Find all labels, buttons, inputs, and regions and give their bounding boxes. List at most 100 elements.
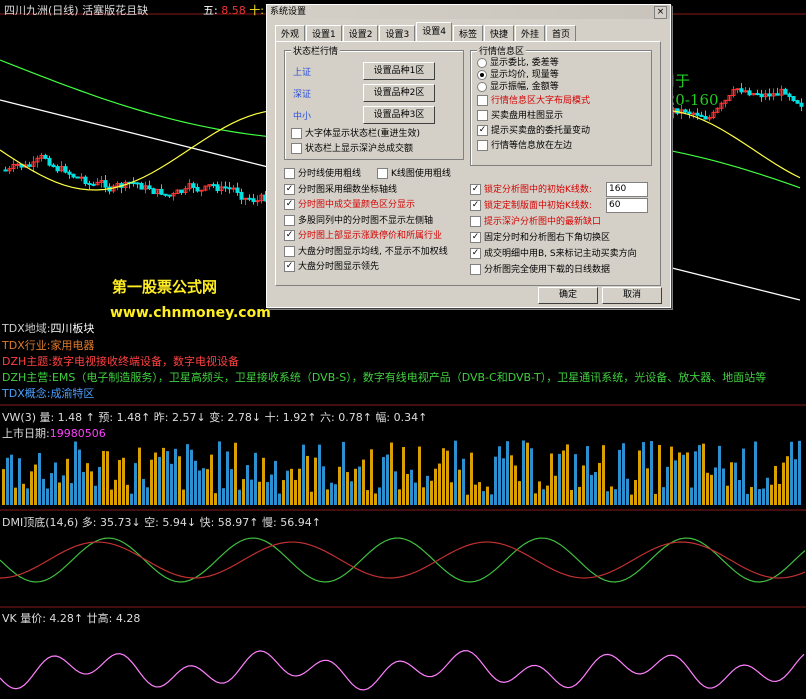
checkbox-box[interactable]: ✓	[470, 232, 481, 243]
checkbox-box[interactable]	[284, 245, 295, 257]
checkbox-box[interactable]	[291, 128, 302, 139]
candle-body	[55, 166, 60, 172]
set-zone2-button[interactable]: 设置品种2区	[363, 84, 435, 102]
info-option-checkbox[interactable]: 买卖盘用柱图显示	[477, 110, 563, 122]
checkbox-box[interactable]: ✓	[284, 199, 295, 210]
checkbox-box[interactable]: ✓	[470, 200, 481, 211]
volume-bar	[454, 440, 457, 505]
info-option-checkbox[interactable]: 行情信息区大字布局模式	[477, 95, 590, 107]
analysis-option-checkbox[interactable]: ✓ 锁定定制版面中初始K线数:	[470, 200, 592, 212]
chart-option-checkbox[interactable]: ✓ 分时图中成交量颜色区分显示	[284, 199, 415, 211]
candle-body	[15, 163, 20, 166]
checkbox-box[interactable]	[470, 216, 481, 227]
tab-2[interactable]: 设置2	[342, 25, 379, 41]
checkbox-box[interactable]: ✓	[470, 184, 481, 195]
settings-panel: 状态栏行情 上证 设置品种1区 深证 设置品种2区 中小 设置品种3区 大字体显…	[275, 41, 661, 286]
display-mode-radio[interactable]: 显示委比, 委差等	[477, 57, 559, 69]
checkbox-box[interactable]: ✓	[470, 248, 481, 259]
checkbox-label: 大字体显示状态栏(重进生效)	[305, 129, 421, 139]
volume-bar	[770, 484, 773, 505]
candle-body	[79, 176, 84, 179]
ok-button[interactable]: 确定	[538, 287, 598, 304]
tab-5[interactable]: 标签	[452, 25, 483, 41]
checkbox-box[interactable]	[284, 214, 295, 226]
tab-3[interactable]: 设置3	[379, 25, 416, 41]
total-volume-checkbox[interactable]: 状态栏上显示深沪总成交额	[291, 143, 413, 155]
tab-4[interactable]: 设置4	[416, 22, 452, 41]
checkbox-box[interactable]	[377, 168, 388, 179]
bigfont-status-checkbox[interactable]: 大字体显示状态栏(重进生效)	[291, 128, 420, 140]
chart-option-checkbox[interactable]: 分时线使用粗线	[284, 168, 361, 180]
candle-body	[71, 173, 76, 178]
chart-option-checkbox[interactable]: ✓ 大盘分时图显示领先	[284, 261, 379, 273]
cancel-button[interactable]: 取消	[602, 287, 662, 304]
volume-bar	[158, 456, 161, 505]
checkbox-box[interactable]: ✓	[284, 230, 295, 241]
info-option-checkbox[interactable]: ✓ 提示买卖盘的委托量变动	[477, 125, 590, 137]
theme-value: 数字电视接收终端设备，数字电视设备	[51, 355, 239, 368]
volume-bar	[734, 462, 737, 505]
radio-dot[interactable]	[477, 57, 487, 68]
volume-bar	[290, 468, 293, 505]
checkbox-box[interactable]: ✓	[477, 125, 488, 136]
volume-bar	[98, 466, 101, 505]
checkbox-label: 固定分时和分析图右下角切换区	[484, 233, 611, 243]
close-icon[interactable]: ×	[654, 6, 667, 19]
kline-count-input[interactable]: 60	[606, 198, 648, 213]
candle-body	[87, 183, 92, 186]
chart-option-checkbox[interactable]: ✓ 分时图上部显示涨跌停价和所属行业	[284, 230, 442, 242]
tab-6[interactable]: 快捷	[483, 25, 514, 41]
checkbox-label: 分时图上部显示涨跌停价和所属行业	[298, 231, 443, 241]
radio-dot[interactable]	[477, 69, 487, 80]
analysis-option-checkbox[interactable]: ✓ 锁定分析图中的初始K线数:	[470, 184, 592, 196]
volume-bar	[2, 469, 5, 505]
analysis-option-checkbox[interactable]: ✓ 成交明细中用B, S来标记主动买卖方向	[470, 248, 637, 260]
volume-bar	[118, 459, 121, 505]
display-mode-radio[interactable]: 显示均价, 现量等	[477, 69, 559, 81]
volume-bar	[746, 493, 749, 505]
tab-1[interactable]: 设置1	[306, 25, 342, 41]
checkbox-box[interactable]	[477, 140, 488, 151]
candle-body	[151, 188, 156, 195]
kline-thick-checkbox[interactable]: K线图使用粗线	[377, 168, 451, 180]
listing-date: 19980506	[49, 427, 106, 440]
set-zone3-button[interactable]: 设置品种3区	[363, 106, 435, 124]
volume-bar	[406, 473, 409, 505]
checkbox-box[interactable]: ✓	[284, 183, 295, 195]
checkbox-box[interactable]	[477, 110, 488, 121]
dialog-titlebar[interactable]: 系统设置	[267, 5, 670, 19]
kline-count-input[interactable]: 160	[606, 182, 648, 197]
checkbox-label: 分时线使用粗线	[298, 169, 362, 179]
chart-option-checkbox[interactable]: ✓ 分时图采用细数坐标轴线	[284, 183, 397, 196]
candle-body	[747, 90, 752, 96]
info-option-checkbox[interactable]: 行情等信息放在左边	[477, 140, 572, 152]
chart-option-checkbox[interactable]: 多股同列中的分时图不显示左侧轴	[284, 214, 433, 227]
volume-bar	[70, 483, 73, 505]
tab-0[interactable]: 外观	[275, 25, 306, 41]
volume-bar	[242, 479, 245, 505]
checkbox-box[interactable]	[284, 168, 295, 179]
settings-dialog[interactable]: 系统设置 × 外观 设置1 设置2 设置3 设置4 标签 快捷 外挂 首页 状态栏行情 上证 设…	[266, 4, 671, 308]
volume-bar	[730, 462, 733, 505]
checkbox-box[interactable]	[477, 95, 488, 106]
volume-bar	[706, 472, 709, 505]
volume-bar	[478, 482, 481, 505]
display-mode-radio[interactable]: 显示振幅, 金额等	[477, 81, 559, 93]
radio-dot[interactable]	[477, 81, 487, 92]
volume-bar	[614, 489, 617, 505]
volume-bar	[718, 445, 721, 505]
tab-7[interactable]: 外挂	[514, 25, 545, 41]
volume-bar	[382, 457, 385, 505]
analysis-option-checkbox[interactable]: ✓ 固定分时和分析图右下角切换区	[470, 232, 610, 244]
volume-bar	[22, 483, 25, 505]
checkbox-box[interactable]	[291, 143, 302, 154]
volume-bar	[58, 482, 61, 505]
checkbox-box[interactable]: ✓	[284, 261, 295, 272]
tab-8[interactable]: 首页	[546, 25, 577, 41]
analysis-option-checkbox[interactable]: 提示深沪分析图中的最新缺口	[470, 216, 601, 228]
volume-bar	[610, 486, 613, 505]
analysis-option-checkbox[interactable]: 分析图完全使用下载的日线数据	[470, 264, 610, 276]
set-zone1-button[interactable]: 设置品种1区	[363, 62, 435, 80]
chart-option-checkbox[interactable]: 大盘分时图显示均线, 不显示不加权线	[284, 245, 448, 258]
checkbox-box[interactable]	[470, 264, 481, 275]
